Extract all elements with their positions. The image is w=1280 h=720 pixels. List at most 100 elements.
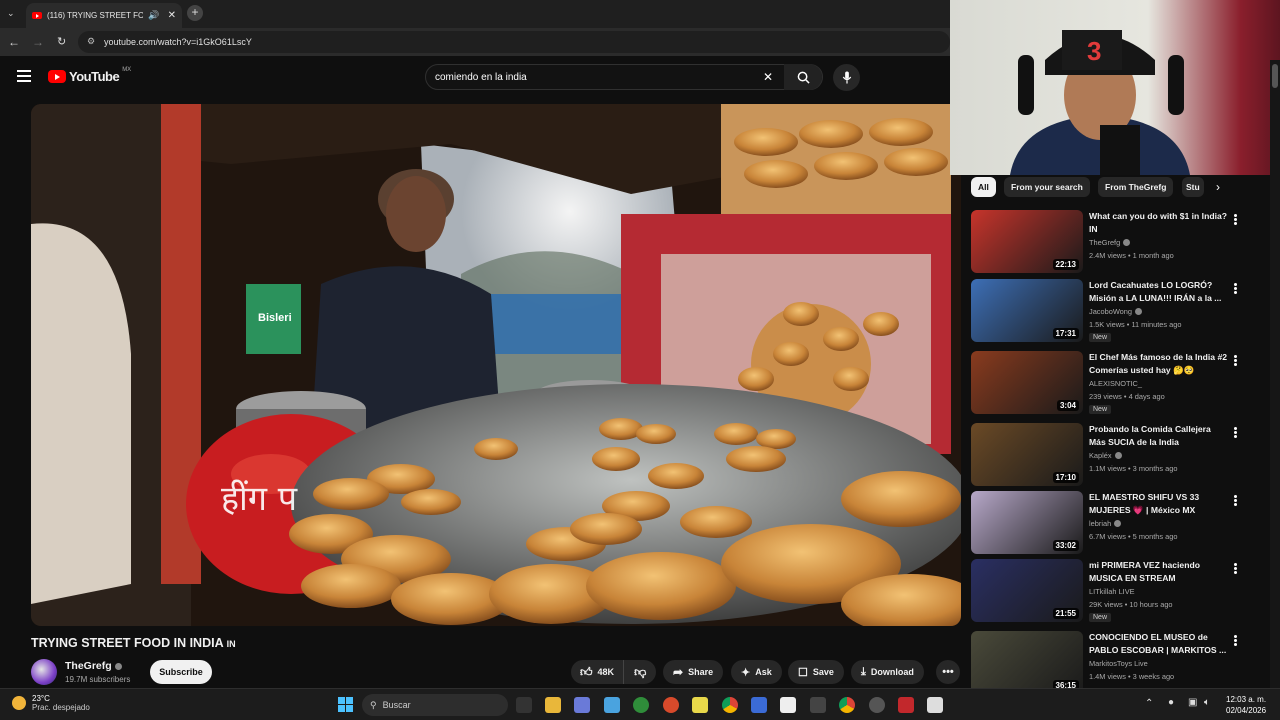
recommendation-channel[interactable]: ALEXISNOTIC_: [1089, 379, 1142, 388]
reload-icon[interactable]: ↻: [57, 35, 66, 48]
download-icon: ⤓: [861, 665, 866, 678]
obs-icon[interactable]: [663, 697, 679, 713]
subscribe-button[interactable]: Subscribe: [150, 660, 212, 684]
recommendation-item[interactable]: 21:55 mi PRIMERA VEZ haciendo MUSICA EN S…: [971, 559, 1251, 623]
share-button[interactable]: ➦ Share: [663, 660, 724, 684]
recommendation-item[interactable]: 33:02 EL MAESTRO SHIFU VS 33 MUJERES 💗 | …: [971, 491, 1251, 555]
recommendation-title[interactable]: EL MAESTRO SHIFU VS 33 MUJERES 💗 | Méxic…: [1089, 491, 1229, 517]
tray-mic-icon[interactable]: ●: [1168, 697, 1174, 708]
browser-tab[interactable]: (116) TRYING STREET FOOD IN INDIA 🔊 ✕: [26, 3, 182, 28]
recommendation-item[interactable]: 17:31 Lord Cacahuates LO LOGRÓ? Misión a …: [971, 279, 1251, 343]
thumbs-down-icon: 👎︎: [634, 664, 647, 679]
clock[interactable]: 12:03 a. m. 02/04/2026: [1226, 694, 1266, 716]
recommendation-channel-name: MarkitosToys Live: [1089, 659, 1148, 668]
tray-volume-icon[interactable]: 🔈︎: [1204, 697, 1210, 708]
more-options-icon[interactable]: [1230, 282, 1240, 296]
recommendation-title[interactable]: Probando la Comida Callejera Más SUCIA d…: [1089, 423, 1229, 449]
speaker-icon[interactable]: 🔊: [148, 10, 159, 21]
dislike-button[interactable]: 👎︎: [624, 665, 656, 680]
recommendation-channel[interactable]: JacoboWong: [1089, 307, 1143, 316]
more-horizontal-icon: •••: [942, 666, 954, 678]
chip-from-thegrefg[interactable]: From TheGrefg: [1098, 177, 1174, 197]
chips-next-icon[interactable]: ›: [1216, 180, 1220, 194]
recommendation-thumbnail[interactable]: 36:15: [971, 631, 1083, 694]
channel-name[interactable]: TheGrefg: [65, 660, 122, 672]
more-options-icon[interactable]: [1230, 562, 1240, 576]
app-circle-icon[interactable]: [869, 697, 885, 713]
weather-widget[interactable]: 23°C Prac. despejado: [12, 694, 90, 712]
upload-age: 1 month ago: [1132, 251, 1174, 260]
url-text: youtube.com/watch?v=i1GkO61LscY: [104, 37, 252, 47]
save-button[interactable]: ☐ Save: [788, 660, 844, 684]
recommendation-channel[interactable]: lebriah: [1089, 519, 1122, 528]
app-blue-icon[interactable]: [751, 697, 767, 713]
forward-icon[interactable]: →: [32, 35, 44, 49]
more-options-icon[interactable]: [1230, 213, 1240, 227]
tray-chevron-icon[interactable]: ⌃: [1145, 698, 1153, 709]
clear-search-icon[interactable]: ✕: [763, 70, 773, 84]
like-button[interactable]: 👍︎ 48K: [571, 660, 625, 684]
recommendation-thumbnail[interactable]: 3:04: [971, 351, 1083, 414]
recommendation-thumbnail[interactable]: 22:13: [971, 210, 1083, 273]
recommendation-channel[interactable]: TheGrefg: [1089, 238, 1131, 247]
search-input[interactable]: comiendo en la india ✕: [425, 64, 823, 90]
close-tab-icon[interactable]: ✕: [168, 10, 176, 21]
download-button[interactable]: ⤓ Download: [851, 660, 924, 684]
more-options-icon[interactable]: [1230, 354, 1240, 368]
start-button[interactable]: [338, 697, 353, 712]
page-scrollbar[interactable]: [1270, 60, 1280, 688]
more-options-icon[interactable]: [1230, 634, 1240, 648]
chrome-secondary-icon[interactable]: [839, 697, 855, 713]
tray-network-icon[interactable]: ▣: [1188, 697, 1197, 708]
chip-all[interactable]: All: [971, 177, 996, 197]
ask-button[interactable]: ✦ Ask: [731, 660, 782, 684]
like-dislike-group: 👍︎ 48K 👎︎: [571, 660, 657, 684]
recommendation-item[interactable]: 36:15 CONOCIENDO EL MUSEO de PABLO ESCOBA…: [971, 631, 1251, 695]
recommendation-channel[interactable]: Kapléx: [1089, 451, 1122, 460]
recommendation-title[interactable]: Lord Cacahuates LO LOGRÓ? Misión a LA LU…: [1089, 279, 1229, 305]
youtube-logo[interactable]: YouTube MX: [48, 67, 131, 84]
app-z-icon[interactable]: [692, 697, 708, 713]
recommendation-thumbnail[interactable]: 33:02: [971, 491, 1083, 554]
recommendation-thumbnail[interactable]: 17:31: [971, 279, 1083, 342]
channel-avatar[interactable]: [31, 659, 57, 685]
epic-games-icon[interactable]: [516, 697, 532, 713]
recommendation-item[interactable]: 17:10 Probando la Comida Callejera Más SU…: [971, 423, 1251, 487]
recommendation-item[interactable]: 22:13 What can you do with $1 in India? I…: [971, 210, 1251, 274]
app-red-icon[interactable]: [898, 697, 914, 713]
recommendation-title[interactable]: What can you do with $1 in India? IN: [1089, 210, 1229, 236]
xbox-icon[interactable]: [633, 697, 649, 713]
video-player[interactable]: Bisleri हींग प: [31, 104, 961, 626]
photos-icon[interactable]: [574, 697, 590, 713]
chip-from-your-search[interactable]: From your search: [1004, 177, 1090, 197]
more-options-icon[interactable]: [1230, 494, 1240, 508]
site-info-icon[interactable]: ⚙: [87, 36, 95, 47]
recommendation-thumbnail[interactable]: 21:55: [971, 559, 1083, 622]
recommendation-title[interactable]: CONOCIENDO EL MUSEO de PABLO ESCOBAR | M…: [1089, 631, 1229, 657]
recommendation-title[interactable]: mi PRIMERA VEZ haciendo MUSICA EN STREAM: [1089, 559, 1229, 585]
recommendation-channel[interactable]: LITkillah LIVE: [1089, 587, 1135, 596]
view-count: 1.5K views: [1089, 320, 1125, 329]
back-icon[interactable]: ←: [8, 35, 20, 49]
more-actions-button[interactable]: •••: [936, 660, 960, 684]
recommendation-item[interactable]: 3:04 El Chef Más famoso de la India #2 Co…: [971, 351, 1251, 415]
voice-search-button[interactable]: [833, 64, 860, 91]
chrome-icon[interactable]: [722, 697, 738, 713]
menu-icon[interactable]: [17, 70, 31, 82]
search-button[interactable]: [784, 64, 822, 90]
recommendation-channel[interactable]: MarkitosToys Live: [1089, 659, 1148, 668]
new-tab-button[interactable]: +: [187, 5, 203, 21]
taskbar-search-icon: ⚲: [370, 699, 377, 710]
chip-partial[interactable]: Stu: [1182, 177, 1204, 197]
recommendation-thumbnail[interactable]: 17:10: [971, 423, 1083, 486]
store-icon[interactable]: [604, 697, 620, 713]
recommendation-title[interactable]: El Chef Más famoso de la India #2 Comerí…: [1089, 351, 1229, 377]
more-options-icon[interactable]: [1230, 426, 1240, 440]
tab-list-chevron-icon[interactable]: ⌄: [7, 8, 19, 20]
capcut-icon[interactable]: [780, 697, 796, 713]
file-explorer-icon[interactable]: [545, 697, 561, 713]
url-field[interactable]: ⚙ youtube.com/watch?v=i1GkO61LscY: [78, 31, 950, 53]
taskbar-search[interactable]: ⚲ Buscar: [362, 694, 508, 716]
app-dark-icon[interactable]: [810, 697, 826, 713]
app-white-icon[interactable]: [927, 697, 943, 713]
